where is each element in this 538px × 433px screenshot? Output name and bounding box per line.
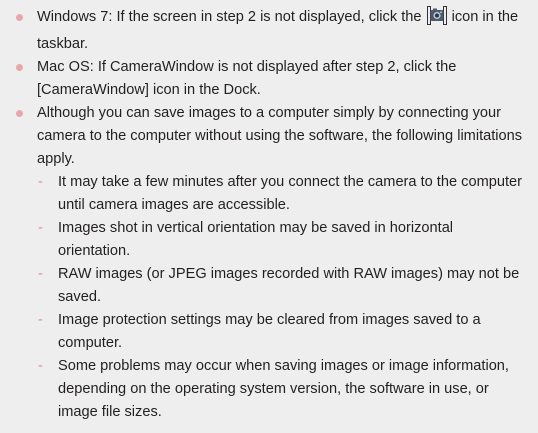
dash-marker: -: [38, 174, 43, 190]
note-limitations-intro: Although you can save images to a comput…: [37, 105, 523, 167]
note-windows: Windows 7: If the screen in step 2 is no…: [16, 6, 528, 56]
limitation-item: - Some problems may occur when saving im…: [37, 355, 528, 424]
limitations-list: - It may take a few minutes after you co…: [37, 171, 528, 424]
limitation-item: - Images shot in vertical orientation ma…: [37, 217, 528, 263]
note-mac: Mac OS: If CameraWindow is not displayed…: [16, 56, 528, 102]
dash-marker: -: [38, 266, 43, 282]
bullet-icon: [16, 110, 23, 117]
dash-marker: -: [38, 358, 43, 374]
note-windows-text-before: Windows 7: If the screen in step 2 is no…: [37, 9, 426, 25]
bullet-icon: [16, 14, 23, 21]
limitation-item: - It may take a few minutes after you co…: [37, 171, 528, 217]
dash-marker: -: [38, 312, 43, 328]
limitation-text: Some problems may occur when saving imag…: [58, 358, 509, 420]
limitation-item: - RAW images (or JPEG images recorded wi…: [37, 263, 528, 309]
dash-marker: -: [38, 220, 43, 236]
note-limitations: Although you can save images to a comput…: [16, 102, 528, 424]
limitation-text: It may take a few minutes after you conn…: [58, 174, 522, 213]
limitation-text: RAW images (or JPEG images recorded with…: [58, 266, 520, 305]
notes-list: Windows 7: If the screen in step 2 is no…: [16, 6, 528, 424]
note-panel: Windows 7: If the screen in step 2 is no…: [0, 0, 538, 433]
limitation-text: Images shot in vertical orientation may …: [58, 220, 454, 259]
limitation-text: Image protection settings may be cleared…: [58, 312, 481, 351]
limitation-item: - Image protection settings may be clear…: [37, 309, 528, 355]
note-mac-text: Mac OS: If CameraWindow is not displayed…: [37, 59, 457, 98]
bullet-icon: [16, 64, 23, 71]
camera-icon: [426, 6, 447, 33]
